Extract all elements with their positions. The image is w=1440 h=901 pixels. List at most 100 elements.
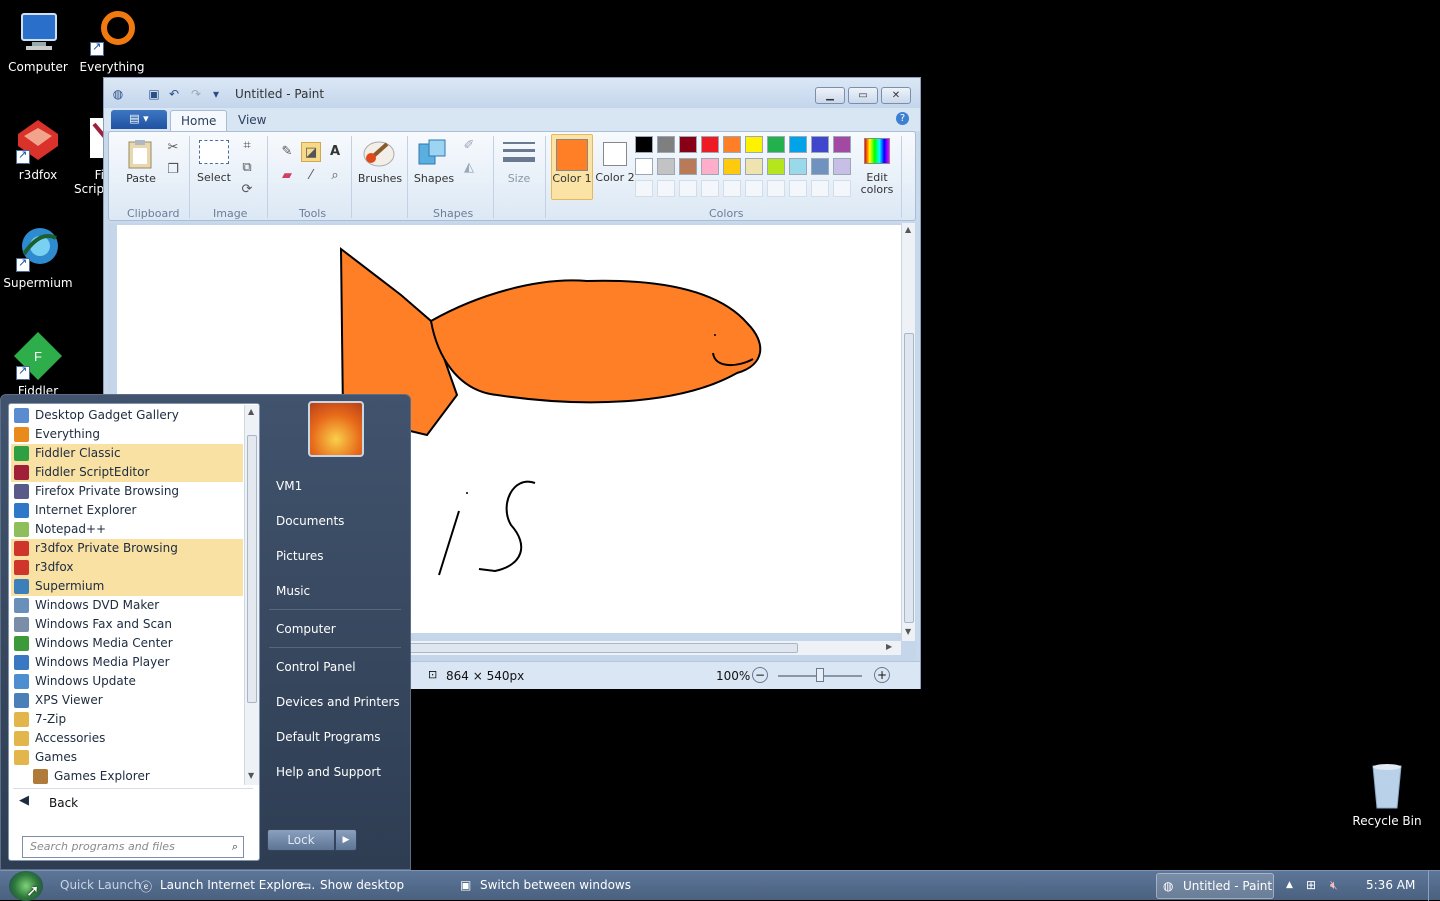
program-item[interactable]: Windows Update [11, 672, 243, 691]
desktop-icon-computer[interactable]: Computer [0, 8, 76, 74]
color-swatch[interactable] [767, 158, 785, 175]
color-swatch[interactable] [635, 136, 653, 153]
programs-scroll-thumb[interactable] [247, 435, 257, 703]
redo-icon[interactable]: ↷ [188, 86, 204, 102]
lock-button[interactable]: Lock [267, 829, 335, 851]
custom-color-slot[interactable] [679, 180, 697, 197]
custom-color-slot[interactable] [635, 180, 653, 197]
desktop-icon-everything[interactable]: Everything [74, 8, 150, 74]
vertical-scrollbar[interactable]: ▲ ▼ [901, 223, 915, 641]
program-item[interactable]: Accessories [11, 729, 243, 748]
save-icon[interactable]: ▣ [146, 86, 162, 102]
devices-printers-link[interactable]: Devices and Printers [276, 695, 400, 709]
pencil-icon[interactable]: ✎ [277, 142, 297, 162]
zoom-out-button[interactable]: − [752, 667, 768, 683]
help-support-link[interactable]: Help and Support [276, 765, 381, 779]
custom-color-slot[interactable] [701, 180, 719, 197]
program-item[interactable]: Desktop Gadget Gallery [11, 406, 243, 425]
program-item[interactable]: Games [11, 748, 243, 767]
text-icon[interactable]: A [325, 142, 345, 162]
program-item[interactable]: Supermium [11, 577, 243, 596]
desktop-icon-r3dfox[interactable]: r3dfox [0, 116, 76, 182]
eraser-icon[interactable]: ▰ [277, 166, 297, 186]
desktop-icon-fiddler[interactable]: F Fiddler [0, 332, 76, 398]
desktop-icon-supermium[interactable]: Supermium [0, 224, 76, 290]
fill-icon[interactable]: ◪ [301, 142, 321, 162]
color-swatch[interactable] [789, 158, 807, 175]
network-icon[interactable]: ⊞ [1306, 878, 1316, 892]
tab-home[interactable]: Home [170, 110, 228, 131]
program-item[interactable]: Windows Fax and Scan [11, 615, 243, 634]
program-item[interactable]: r3dfox [11, 558, 243, 577]
tab-view[interactable]: View [228, 110, 276, 131]
color-swatch[interactable] [745, 136, 763, 153]
close-button[interactable]: ✕ [881, 87, 911, 104]
paste-button[interactable]: Paste [121, 138, 161, 194]
scroll-up-icon[interactable]: ▲ [905, 225, 911, 234]
user-folder-link[interactable]: VM1 [276, 479, 302, 493]
custom-color-slot[interactable] [833, 180, 851, 197]
scroll-up-icon[interactable]: ▲ [248, 407, 254, 416]
color-swatch[interactable] [833, 158, 851, 175]
color-swatch[interactable] [679, 158, 697, 175]
custom-color-slot[interactable] [789, 180, 807, 197]
copy-icon[interactable]: ❐ [163, 160, 183, 180]
outline-icon[interactable]: ✐ [459, 136, 479, 156]
computer-link[interactable]: Computer [276, 622, 336, 636]
paint-menu-button[interactable]: ▤ ▾ [111, 110, 167, 129]
cut-icon[interactable]: ✂ [163, 138, 183, 158]
color-swatch[interactable] [657, 136, 675, 153]
color-swatch[interactable] [745, 158, 763, 175]
scroll-down-icon[interactable]: ▼ [905, 627, 911, 636]
taskbar-item-paint[interactable]: ◍ Untitled - Paint [1156, 873, 1274, 899]
program-item[interactable]: Everything [11, 425, 243, 444]
color-swatch[interactable] [679, 136, 697, 153]
help-icon[interactable]: ? [896, 112, 909, 125]
program-item[interactable]: Internet Explorer [11, 501, 243, 520]
edit-colors-button[interactable]: Edit colors [857, 136, 897, 200]
program-item[interactable]: r3dfox Private Browsing [11, 539, 243, 558]
pictures-link[interactable]: Pictures [276, 549, 324, 563]
color-swatch[interactable] [723, 158, 741, 175]
program-item[interactable]: XPS Viewer [11, 691, 243, 710]
maximize-button[interactable]: ▭ [848, 87, 878, 104]
color-swatch[interactable] [811, 136, 829, 153]
control-panel-link[interactable]: Control Panel [276, 660, 356, 674]
shapes-button[interactable]: Shapes [413, 136, 455, 200]
program-item[interactable]: Windows Media Player [11, 653, 243, 672]
color-swatch[interactable] [811, 158, 829, 175]
custom-color-slot[interactable] [811, 180, 829, 197]
show-hidden-icons-icon[interactable]: ▲ [1286, 880, 1293, 890]
program-item[interactable]: Windows DVD Maker [11, 596, 243, 615]
color2-button[interactable]: Color 2 [595, 134, 635, 200]
back-button[interactable]: ◀ Back [15, 792, 241, 814]
scroll-down-icon[interactable]: ▼ [248, 771, 254, 780]
documents-link[interactable]: Documents [276, 514, 344, 528]
brushes-button[interactable]: Brushes [357, 136, 403, 200]
custom-color-slot[interactable] [723, 180, 741, 197]
vertical-scroll-thumb[interactable] [904, 333, 914, 623]
color-swatch[interactable] [657, 158, 675, 175]
program-item[interactable]: Firefox Private Browsing [11, 482, 243, 501]
fill-shape-icon[interactable]: ◭ [459, 158, 479, 178]
desktop-icon-fiddler-script[interactable]: Fi Scrip [74, 116, 104, 196]
minimize-button[interactable]: ▁ [815, 87, 845, 104]
user-picture[interactable] [308, 401, 364, 457]
color-swatch[interactable] [701, 136, 719, 153]
color-picker-icon[interactable]: ⁄ [301, 166, 321, 186]
search-input[interactable]: Search programs and files ⌕ [22, 836, 244, 858]
program-item[interactable]: Fiddler ScriptEditor [11, 463, 243, 482]
magnifier-icon[interactable]: ⌕ [325, 166, 345, 186]
color-swatch[interactable] [701, 158, 719, 175]
launch-ie-button[interactable]: Launch Internet Explore... [160, 878, 315, 892]
volume-muted-icon[interactable]: 🔇︎ [1330, 878, 1338, 893]
color-swatch[interactable] [723, 136, 741, 153]
color-swatch[interactable] [833, 136, 851, 153]
program-item[interactable]: Notepad++ [11, 520, 243, 539]
crop-icon[interactable]: ⌗ [237, 136, 257, 156]
switch-windows-button[interactable]: Switch between windows [480, 878, 631, 892]
default-programs-link[interactable]: Default Programs [276, 730, 381, 744]
program-item[interactable]: 7-Zip [11, 710, 243, 729]
custom-color-slot[interactable] [745, 180, 763, 197]
program-item[interactable]: Windows Media Center [11, 634, 243, 653]
